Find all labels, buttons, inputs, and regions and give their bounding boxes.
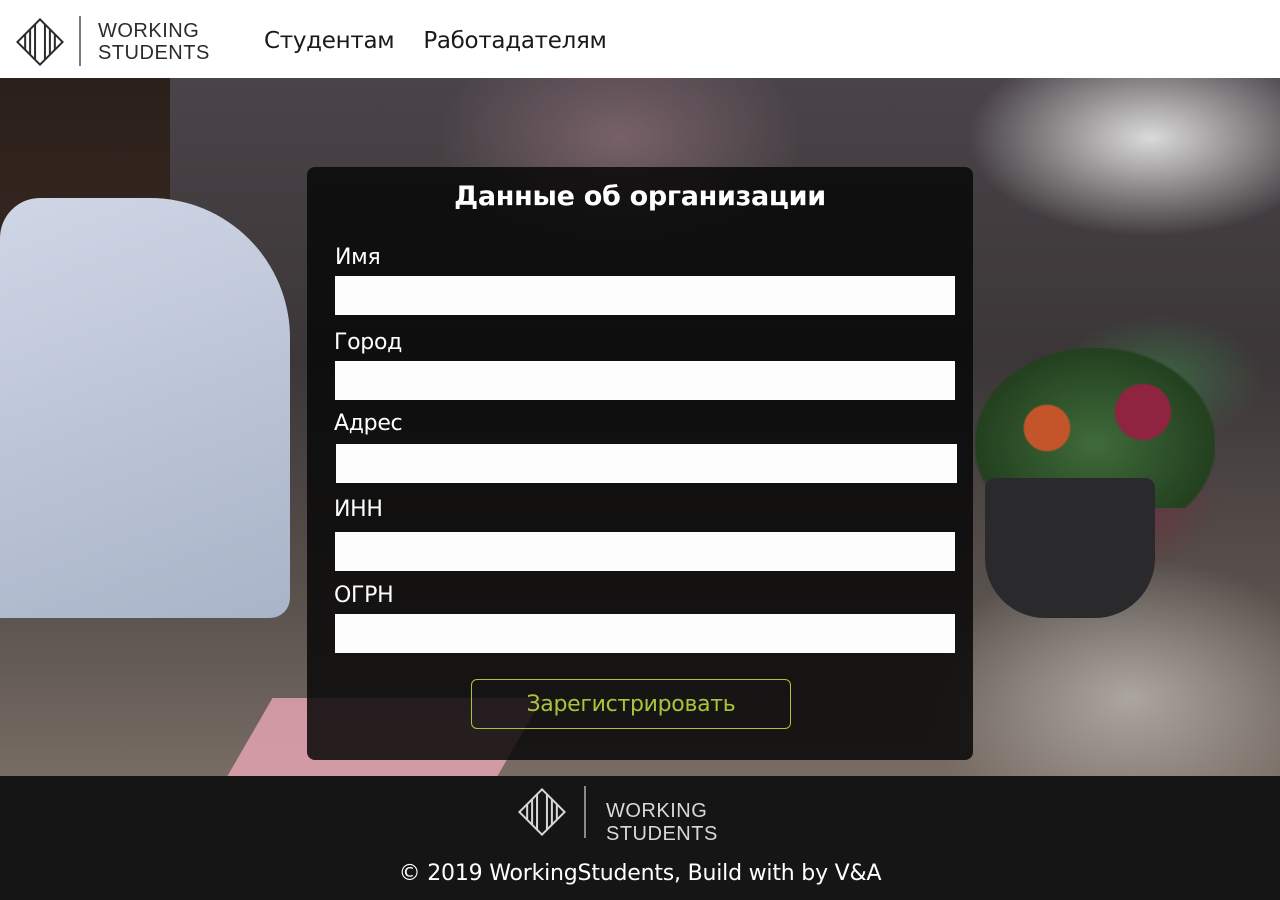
- name-label: Имя: [335, 245, 381, 270]
- footer-logo-line-1: WORKING: [606, 800, 708, 822]
- main-nav: Студентам Работадателям: [264, 28, 607, 54]
- logo-divider: [79, 16, 81, 66]
- address-input[interactable]: [336, 444, 957, 483]
- header-logo[interactable]: WORKING STUDENTS: [16, 14, 231, 70]
- footer-logo-line-2: STUDENTS: [606, 823, 718, 845]
- city-label: Город: [334, 330, 403, 355]
- organization-form: Данные об организации Имя Город Адрес ИН…: [307, 167, 973, 760]
- register-button[interactable]: Зарегистрировать: [471, 679, 791, 729]
- form-title: Данные об организации: [454, 181, 826, 212]
- logo-line-1: WORKING: [98, 20, 200, 42]
- logo-hatched-square-icon: [16, 18, 64, 66]
- nav-link-students[interactable]: Студентам: [264, 28, 395, 54]
- footer-logo-divider: [584, 786, 586, 838]
- inn-input[interactable]: [335, 532, 955, 571]
- logo-hatched-square-icon: [518, 788, 566, 836]
- name-input[interactable]: [335, 276, 955, 315]
- footer-logo[interactable]: WORKING STUDENTS: [518, 786, 758, 845]
- city-input[interactable]: [335, 361, 955, 400]
- hero-plant-pot: [985, 478, 1155, 618]
- footer-logo-wordmark: WORKING STUDENTS: [606, 800, 718, 846]
- logo-line-2: STUDENTS: [98, 42, 210, 64]
- site-footer: WORKING STUDENTS © 2019 WorkingStudents,…: [0, 776, 1280, 900]
- site-header: WORKING STUDENTS Студентам Работадателям: [0, 0, 1280, 78]
- logo-wordmark: WORKING STUDENTS: [98, 20, 210, 64]
- address-label: Адрес: [334, 411, 403, 436]
- inn-label: ИНН: [334, 497, 383, 522]
- ogrn-label: ОГРН: [334, 583, 394, 608]
- hero-person-shirt: [0, 198, 290, 618]
- copyright-text: © 2019 WorkingStudents, Build with by V&…: [398, 861, 882, 886]
- nav-link-employers[interactable]: Работадателям: [423, 28, 607, 54]
- ogrn-input[interactable]: [335, 614, 955, 653]
